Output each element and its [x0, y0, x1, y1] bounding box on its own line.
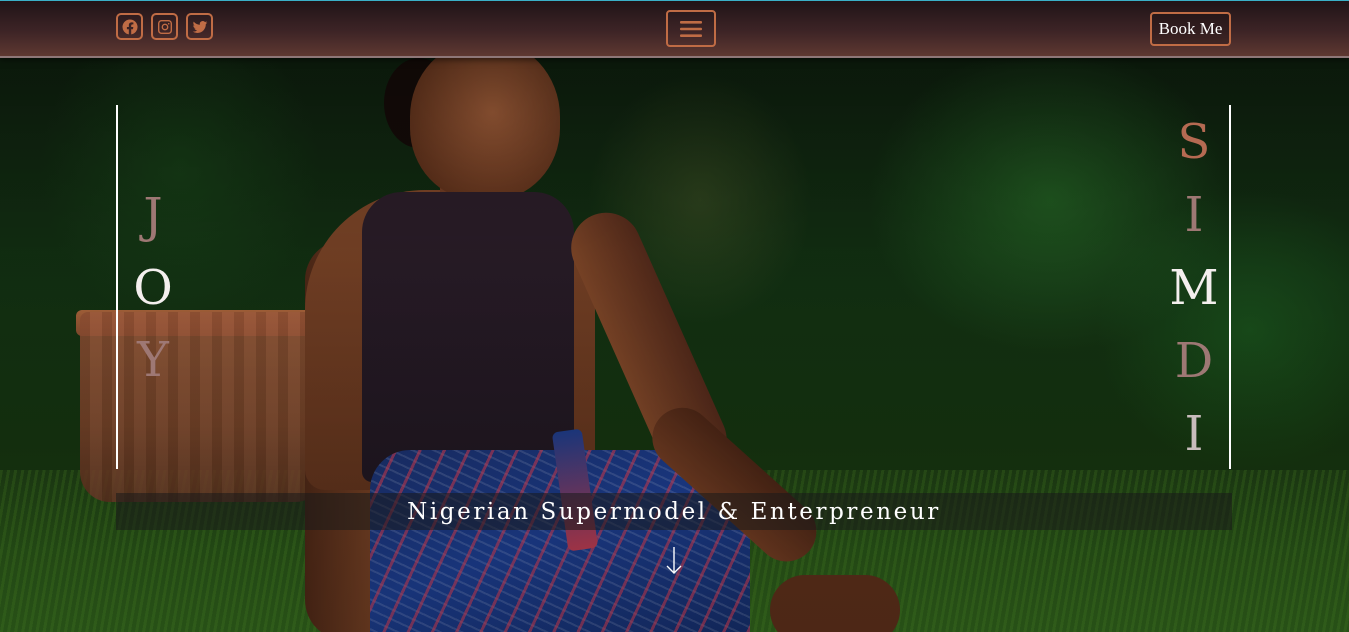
first-name-letter: O	[133, 260, 173, 316]
arrow-down-icon	[666, 547, 682, 574]
tagline-text: Nigerian Supermodel & Enterpreneur	[407, 498, 941, 525]
last-name-letter: S	[1177, 114, 1211, 170]
last-name-letter: I	[1184, 406, 1204, 462]
first-name-vertical: J O Y	[130, 188, 176, 388]
social-links	[116, 13, 213, 40]
book-me-button[interactable]: Book Me	[1150, 12, 1231, 46]
facebook-icon	[121, 18, 138, 34]
hero-background-photo	[0, 0, 1349, 632]
scroll-down-link[interactable]	[664, 546, 684, 576]
last-name-letter: D	[1174, 333, 1214, 389]
page: Book Me J O Y S I M D I Nigerian Supermo…	[0, 0, 1349, 632]
last-name-letter: I	[1184, 187, 1204, 243]
left-vertical-rule	[116, 105, 118, 469]
first-name-letter: J	[143, 188, 163, 244]
tagline-banner: Nigerian Supermodel & Enterpreneur	[116, 493, 1232, 530]
twitter-link[interactable]	[186, 13, 213, 40]
top-navbar: Book Me	[0, 0, 1349, 58]
menu-toggle-button[interactable]	[666, 10, 716, 47]
hamburger-menu-icon	[680, 20, 702, 37]
photo-overlay	[0, 0, 1349, 632]
instagram-link[interactable]	[151, 13, 178, 40]
instagram-icon	[157, 19, 172, 34]
facebook-link[interactable]	[116, 13, 143, 40]
last-name-vertical: S I M D I	[1168, 114, 1220, 462]
right-vertical-rule	[1229, 105, 1231, 469]
first-name-letter: Y	[137, 332, 169, 388]
twitter-icon	[192, 20, 207, 33]
last-name-letter: M	[1169, 260, 1219, 316]
